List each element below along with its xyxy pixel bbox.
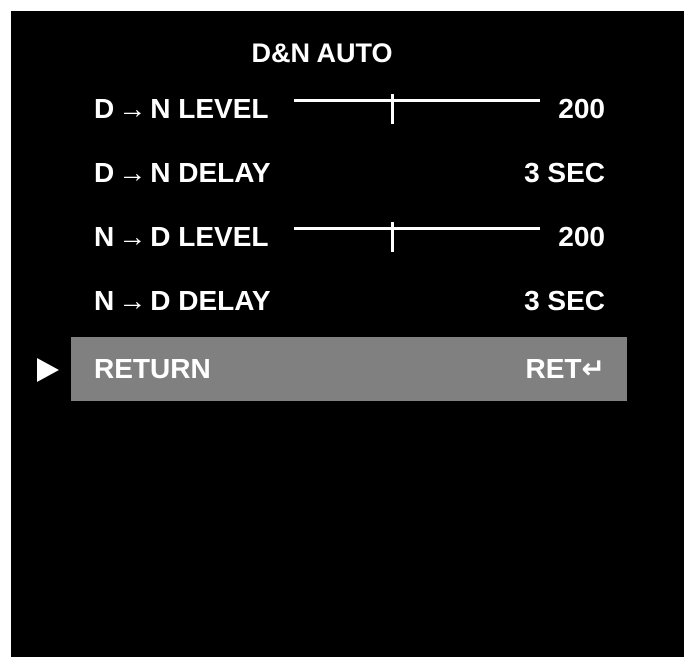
right-arrow-icon: → — [118, 221, 147, 252]
menu-item-label: RETURN — [94, 353, 211, 384]
menu-item-label: N → D LEVEL — [94, 221, 269, 252]
menu-item-d-to-n-delay[interactable]: D → N DELAY 3 SEC — [71, 141, 627, 205]
level-slider[interactable] — [294, 94, 540, 124]
osd-menu-panel: D&N AUTO D → N LEVEL 200 D → N DELAY 3 SEC N… — [11, 11, 684, 657]
right-arrow-icon: → — [118, 285, 147, 316]
menu-item-value: 200 — [558, 93, 605, 124]
menu-item-value: 3 SEC — [524, 157, 605, 188]
right-arrow-icon: → — [118, 157, 147, 188]
level-slider[interactable] — [294, 222, 540, 252]
menu-item-return[interactable]: RETURN RET↵ — [71, 337, 627, 401]
menu-item-n-to-d-delay[interactable]: N → D DELAY 3 SEC — [71, 269, 627, 333]
menu-title: D&N AUTO — [251, 38, 393, 68]
menu-item-value: 200 — [558, 221, 605, 252]
slider-thumb[interactable] — [391, 222, 395, 252]
return-enter-value: RET↵ — [525, 353, 605, 384]
menu-item-label: N → D DELAY — [94, 285, 271, 316]
menu-item-value: 3 SEC — [524, 285, 605, 316]
menu-item-d-to-n-level[interactable]: D → N LEVEL 200 — [71, 77, 627, 141]
menu-item-label: D → N LEVEL — [94, 93, 269, 124]
slider-track — [294, 99, 540, 102]
right-arrow-icon: → — [118, 93, 147, 124]
slider-track — [294, 227, 540, 230]
play-triangle-icon — [37, 358, 59, 382]
menu-item-label: D → N DELAY — [94, 157, 271, 188]
osd-screen: D&N AUTO D → N LEVEL 200 D → N DELAY 3 SEC N… — [0, 0, 688, 657]
slider-thumb[interactable] — [391, 94, 395, 124]
menu-item-n-to-d-level[interactable]: N → D LEVEL 200 — [71, 205, 627, 269]
